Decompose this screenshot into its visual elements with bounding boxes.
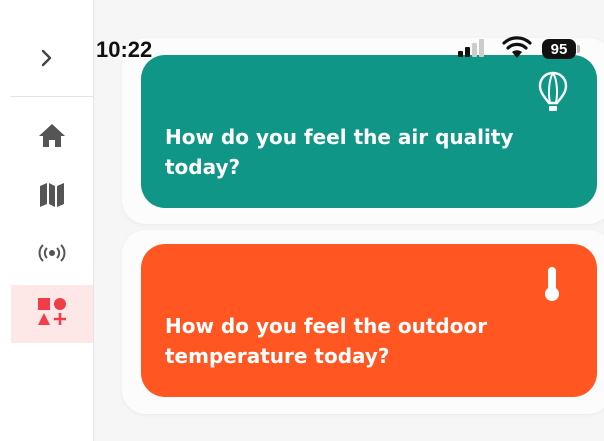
broadcast-icon (36, 242, 68, 268)
wifi-icon (502, 36, 532, 64)
sidebar-item-map[interactable] (11, 167, 93, 225)
sidebar-item-shapes[interactable] (11, 285, 93, 343)
sidebar-item-broadcast[interactable] (11, 226, 93, 284)
map-icon (38, 180, 66, 212)
temperature-card[interactable]: How do you feel the outdoor temperature … (141, 244, 597, 397)
thermometer-icon (543, 265, 561, 307)
signal-icon (458, 38, 490, 62)
air-quality-card[interactable]: How do you feel the air quality today? (141, 55, 597, 208)
home-icon (37, 121, 67, 153)
sidebar-item-home[interactable] (11, 108, 93, 166)
temperature-question: How do you feel the outdoor temperature … (165, 314, 488, 368)
battery-icon: 95 (542, 39, 576, 59)
battery-tip (577, 45, 580, 53)
status-time: 10:22 (96, 37, 153, 62)
status-bar: 10:22 95 (0, 0, 604, 62)
shapes-add-icon (36, 296, 68, 332)
sidebar-divider (10, 96, 93, 97)
air-quality-question: How do you feel the air quality today? (165, 125, 514, 179)
sidebar (0, 0, 94, 441)
battery-level: 95 (550, 40, 568, 58)
air-balloon-icon (538, 71, 568, 117)
